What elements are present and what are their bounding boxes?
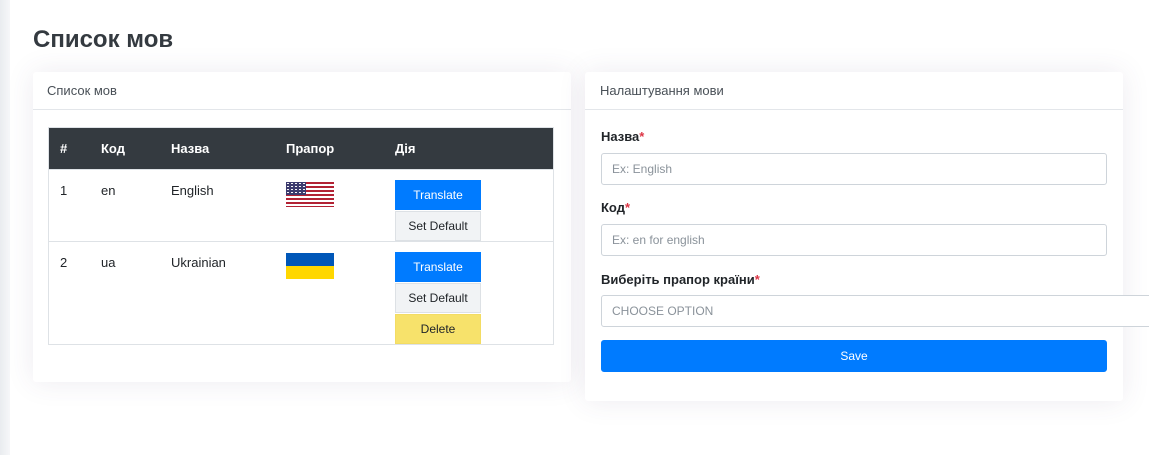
table-row: 2 ua Ukrainian Translate Set Default Del… (48, 241, 554, 345)
row-code: en (90, 169, 160, 242)
translate-button[interactable]: Translate (395, 180, 481, 210)
row-name: English (160, 169, 275, 242)
table-header-row: # Код Назва Прапор Дія (48, 127, 554, 170)
translate-button[interactable]: Translate (395, 252, 481, 282)
set-default-button[interactable]: Set Default (395, 211, 481, 241)
sidebar-edge (0, 0, 10, 455)
delete-button[interactable]: Delete (395, 314, 481, 344)
row-actions-cell: Translate Set Default Delete (384, 241, 554, 345)
save-button[interactable]: Save (601, 340, 1107, 372)
row-number: 1 (48, 169, 90, 242)
flag-label-text: Виберіть прапор країни (601, 272, 755, 287)
language-table: # Код Назва Прапор Дія 1 en English Tran… (48, 127, 554, 345)
page-title: Список мов (33, 26, 174, 53)
required-mark: * (624, 200, 631, 215)
row-number: 2 (48, 241, 90, 345)
column-header-flag: Прапор (275, 127, 384, 170)
flag-select[interactable]: CHOOSE OPTION (601, 295, 1149, 327)
row-flag-cell (275, 169, 384, 242)
flag-select-label: Виберіть прапор країни* (601, 272, 760, 287)
column-header-name: Назва (160, 127, 275, 170)
row-flag-cell (275, 241, 384, 345)
code-field-label: Код* (601, 200, 630, 215)
language-list-card: Список мов # Код Назва Прапор Дія 1 en E… (33, 72, 571, 382)
name-input[interactable] (601, 153, 1107, 185)
us-flag-icon (286, 182, 334, 207)
column-header-code: Код (90, 127, 160, 170)
name-field-label: Назва* (601, 129, 644, 144)
code-input[interactable] (601, 224, 1107, 256)
row-code: ua (90, 241, 160, 345)
set-default-button[interactable]: Set Default (395, 283, 481, 313)
required-mark: * (639, 129, 645, 144)
row-actions-cell: Translate Set Default (384, 169, 554, 242)
ukraine-flag-icon (286, 253, 334, 279)
language-list-card-title: Список мов (33, 72, 571, 110)
name-label-text: Назва (601, 129, 640, 144)
row-name: Ukrainian (160, 241, 275, 345)
required-mark: * (754, 272, 760, 287)
code-label-text: Код (601, 200, 625, 215)
language-settings-card-title: Налаштування мови (585, 72, 1123, 110)
column-header-action: Дія (384, 127, 554, 170)
column-header-number: # (48, 127, 90, 170)
table-row: 1 en English Translate Set Default (48, 169, 554, 242)
